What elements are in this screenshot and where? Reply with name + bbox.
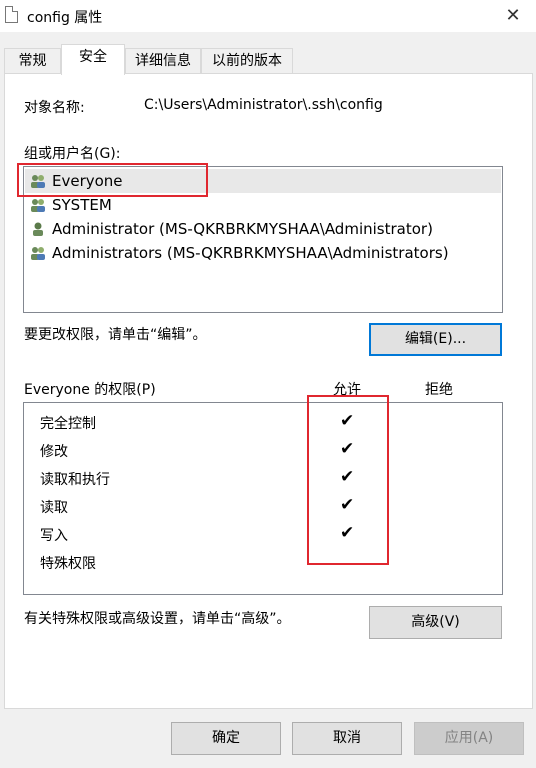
highlight-box-everyone xyxy=(17,163,208,197)
ok-button[interactable]: 确定 xyxy=(171,722,281,755)
permission-read: 读取 xyxy=(40,500,68,516)
list-item-administrators[interactable]: Administrators (MS-QKRBRKMYSHAA\Administ… xyxy=(25,241,501,265)
permissions-list[interactable]: 完全控制 ✔ 修改 ✔ 读取和执行 ✔ 读取 ✔ 写入 ✔ 特殊权限 xyxy=(23,402,503,595)
advanced-button[interactable]: 高级(V) xyxy=(369,606,502,639)
permission-full-control: 完全控制 xyxy=(40,416,96,432)
permission-write: 写入 xyxy=(40,528,68,544)
group-users-icon xyxy=(31,247,45,260)
permission-special: 特殊权限 xyxy=(40,556,96,572)
file-icon xyxy=(5,6,18,23)
cancel-button[interactable]: 取消 xyxy=(292,722,402,755)
apply-button[interactable]: 应用(A) xyxy=(414,722,524,755)
permissions-label: Everyone 的权限(P) xyxy=(24,382,156,398)
group-users-icon xyxy=(31,199,45,212)
edit-button[interactable]: 编辑(E)... xyxy=(369,323,502,356)
tab-previous-versions[interactable]: 以前的版本 xyxy=(201,48,293,74)
list-item-label: Administrators (MS-QKRBRKMYSHAA\Administ… xyxy=(52,244,449,262)
advanced-hint: 有关特殊权限或高级设置，请单击“高级”。 xyxy=(24,611,291,627)
title-bar: config 属性 ✕ xyxy=(0,0,536,32)
security-panel: 对象名称: C:\Users\Administrator\.ssh\config… xyxy=(4,73,533,709)
groups-label: 组或用户名(G): xyxy=(24,146,121,162)
highlight-box-allow xyxy=(307,395,389,565)
list-item-label: Administrator (MS-QKRBRKMYSHAA\Administr… xyxy=(52,220,433,238)
tab-general[interactable]: 常规 xyxy=(4,48,61,74)
object-name-value: C:\Users\Administrator\.ssh\config xyxy=(144,97,383,113)
permission-modify: 修改 xyxy=(40,444,68,460)
deny-header: 拒绝 xyxy=(425,382,453,398)
window-title: config 属性 xyxy=(27,10,103,26)
close-button[interactable]: ✕ xyxy=(490,0,536,32)
user-icon xyxy=(33,222,43,236)
permission-read-execute: 读取和执行 xyxy=(40,472,110,488)
object-name-label: 对象名称: xyxy=(24,100,85,116)
tab-security[interactable]: 安全 xyxy=(61,44,125,75)
list-item-administrator[interactable]: Administrator (MS-QKRBRKMYSHAA\Administr… xyxy=(25,217,501,241)
edit-hint: 要更改权限，请单击“编辑”。 xyxy=(24,327,207,343)
tab-details[interactable]: 详细信息 xyxy=(125,48,201,74)
